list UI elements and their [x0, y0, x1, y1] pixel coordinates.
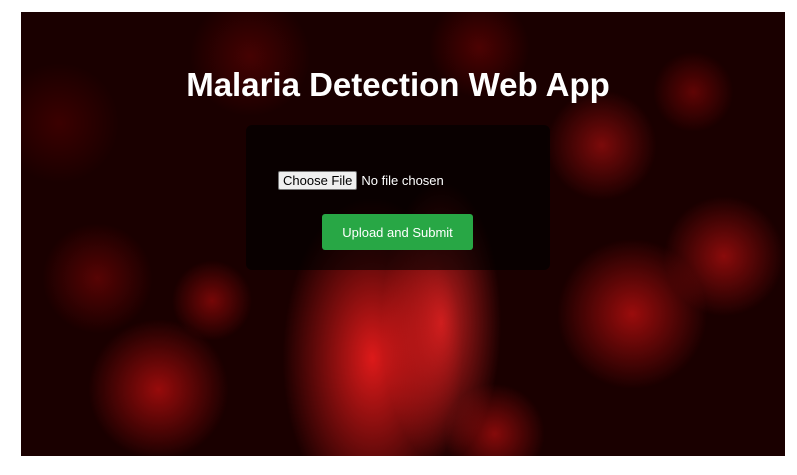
choose-file-button[interactable]: Choose File: [278, 171, 358, 190]
file-input[interactable]: Choose File No file chosen: [278, 171, 444, 190]
microscopy-background: Malaria Detection Web App Choose File No…: [21, 12, 785, 456]
file-status-text: No file chosen: [361, 173, 444, 188]
upload-submit-button[interactable]: Upload and Submit: [322, 214, 473, 250]
upload-panel: Choose File No file chosen Upload and Su…: [246, 125, 550, 270]
page-title: Malaria Detection Web App: [186, 66, 610, 103]
